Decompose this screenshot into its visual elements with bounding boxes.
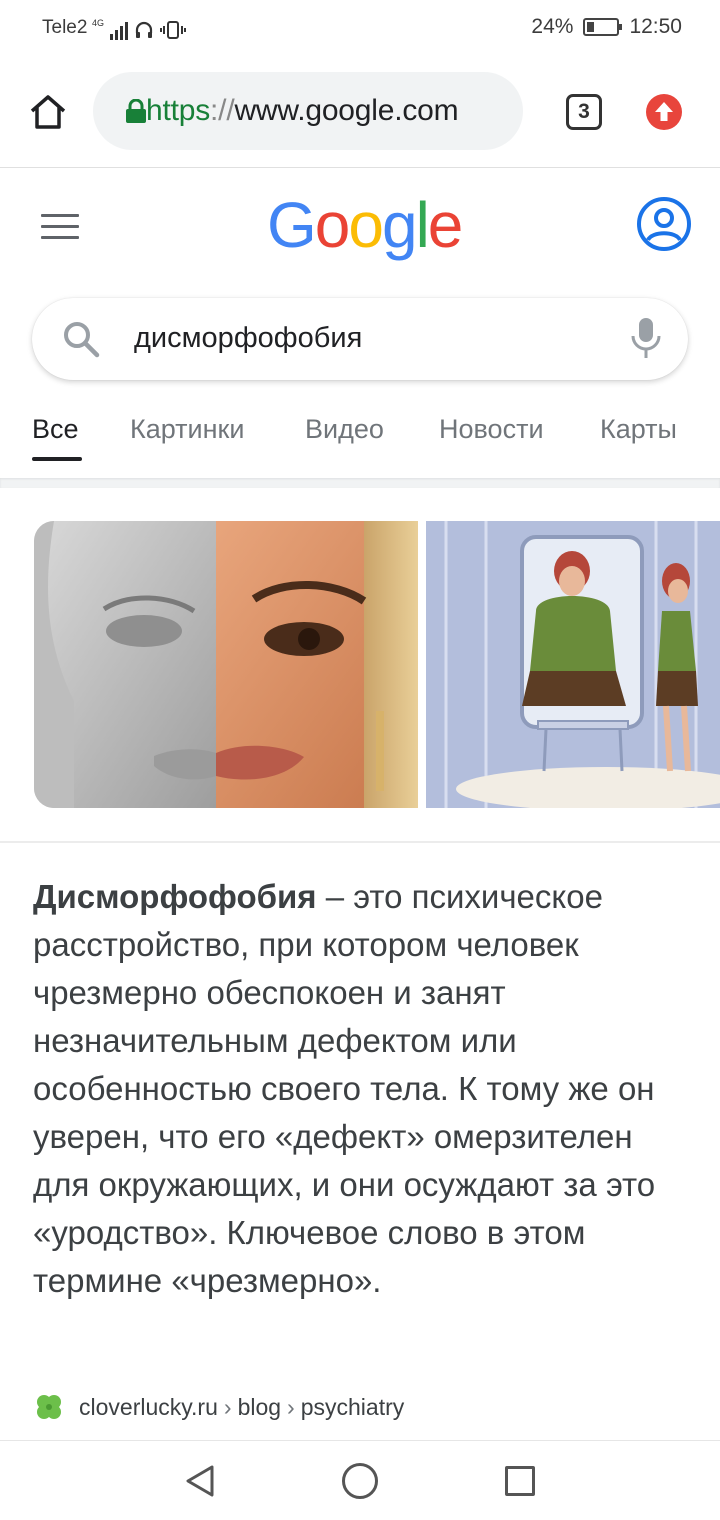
- result-image-mirror[interactable]: [426, 521, 720, 808]
- update-icon[interactable]: [646, 94, 682, 130]
- result-image-face[interactable]: [34, 521, 418, 808]
- status-bar: Tele2 4G 24% 12:50: [0, 0, 720, 56]
- network-type: 4G: [92, 18, 105, 28]
- tab-video[interactable]: Видео: [305, 414, 384, 445]
- url-scheme: https: [146, 94, 211, 127]
- menu-icon[interactable]: [41, 214, 79, 242]
- search-input[interactable]: [134, 318, 604, 358]
- search-box[interactable]: [32, 298, 688, 380]
- source-path: blog: [237, 1393, 282, 1420]
- tab-maps[interactable]: Карты: [600, 414, 677, 445]
- url-text[interactable]: https://www.google.com: [146, 94, 459, 128]
- featured-snippet: Дисморфофобия – это психическое расстрой…: [33, 873, 693, 1305]
- arrow-up-icon: [655, 102, 673, 121]
- address-bar[interactable]: https://www.google.com: [93, 72, 523, 150]
- system-nav-bar: [0, 1440, 720, 1520]
- breadcrumb-separator: ›: [223, 1393, 232, 1420]
- source-breadcrumb[interactable]: cloverlucky.ru › blog › psychiatry: [79, 1394, 404, 1421]
- face-illustration: [34, 521, 418, 808]
- account-icon[interactable]: [636, 196, 692, 252]
- tab-news[interactable]: Новости: [439, 414, 544, 445]
- tab-images[interactable]: Картинки: [130, 414, 244, 445]
- logo-letter: l: [415, 189, 430, 261]
- status-icons: 4G: [92, 16, 187, 40]
- browser-toolbar: https://www.google.com 3: [0, 56, 720, 168]
- carrier-name: Tele2: [42, 17, 88, 38]
- logo-letter: G: [267, 189, 317, 261]
- search-icon[interactable]: [62, 320, 100, 358]
- home-nav-icon[interactable]: [342, 1463, 378, 1499]
- active-tab-indicator: [32, 457, 82, 461]
- lock-icon: [126, 99, 146, 123]
- breadcrumb-separator: ›: [287, 1393, 295, 1420]
- google-logo[interactable]: Google: [267, 188, 464, 262]
- tab-all[interactable]: Все: [32, 414, 79, 445]
- source-site: cloverlucky.ru: [79, 1393, 218, 1420]
- home-icon[interactable]: [28, 92, 68, 132]
- battery-icon: [583, 18, 623, 36]
- recents-icon[interactable]: [505, 1466, 535, 1496]
- mirror-illustration: [426, 521, 720, 808]
- result-source[interactable]: cloverlucky.ru › blog › psychiatry: [33, 1389, 404, 1425]
- headphones-icon: [135, 21, 153, 38]
- back-icon[interactable]: [182, 1463, 218, 1499]
- logo-letter: e: [427, 189, 464, 261]
- url-separator: ://: [210, 94, 235, 127]
- status-right: 24% 12:50: [531, 15, 682, 39]
- section-divider: [0, 841, 720, 843]
- clock: 12:50: [629, 15, 682, 38]
- clover-icon: [37, 1395, 61, 1419]
- snippet-text: – это психическое расстройство, при кото…: [33, 878, 656, 1299]
- signal-icon: [110, 22, 129, 40]
- source-path: psychiatry: [300, 1393, 405, 1420]
- url-host: www.google.com: [234, 94, 459, 127]
- logo-letter: o: [314, 189, 351, 261]
- snippet-term: Дисморфофобия: [33, 878, 317, 915]
- divider: [0, 478, 720, 488]
- logo-letter: g: [381, 189, 418, 261]
- battery-level: [587, 22, 595, 32]
- microphone-icon[interactable]: [630, 316, 662, 360]
- battery-percent: 24%: [531, 15, 574, 38]
- tab-switcher-button[interactable]: 3: [566, 94, 602, 130]
- logo-letter: o: [348, 189, 384, 261]
- search-tabs: Все Картинки Видео Новости Карты: [0, 400, 720, 478]
- vibrate-icon: [160, 21, 187, 39]
